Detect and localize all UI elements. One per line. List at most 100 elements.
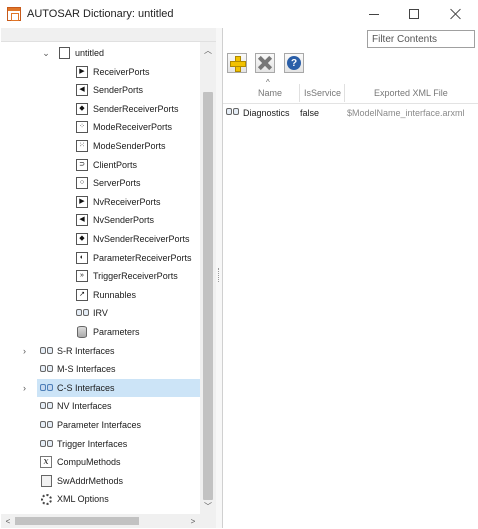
interface-icon (39, 419, 53, 431)
delete-icon (258, 56, 272, 70)
tree-node-label: Trigger Interfaces (57, 439, 128, 449)
cell-exported-xml-file[interactable]: $ModelName_interface.arxml (347, 108, 465, 118)
scroll-up-icon[interactable]: ︿ (200, 42, 216, 58)
tree-node-senderreceiverports[interactable]: ◆ SenderReceiverPorts (1, 100, 200, 118)
scroll-thumb[interactable] (203, 92, 213, 500)
tree-node-parameter-interfaces[interactable]: Parameter Interfaces (37, 416, 200, 434)
interface-icon (39, 363, 53, 375)
help-icon: ? (287, 56, 301, 70)
tree-node-label: NvSenderReceiverPorts (93, 234, 190, 244)
mode-sender-port-icon: ⁙ (76, 140, 88, 152)
interface-icon (39, 400, 53, 412)
cell-name[interactable]: Diagnostics (243, 108, 290, 118)
close-button[interactable] (434, 0, 478, 28)
tree-node-s-r-interfaces[interactable]: S-R Interfaces (37, 342, 200, 360)
tree-node-label: Runnables (93, 290, 137, 300)
table-row[interactable]: Diagnostics false $ModelName_interface.a… (223, 104, 478, 122)
tree-node-senderports[interactable]: ◀ SenderPorts (1, 81, 200, 99)
tree-node-parameters[interactable]: Parameters (1, 323, 200, 341)
tree-node-c-s-interfaces[interactable]: C-S Interfaces (37, 379, 200, 397)
trigger-receiver-port-icon: » (76, 270, 88, 282)
tree-node-label: ReceiverPorts (93, 67, 150, 77)
tree-node-trigger-interfaces[interactable]: Trigger Interfaces (37, 435, 200, 453)
filter-contents-input[interactable] (367, 30, 475, 48)
app-icon (7, 7, 21, 21)
tree-view: ⌄ untitled ▶ ReceiverPorts ◀ SenderPorts ◆ Se… (1, 42, 200, 514)
runnable-icon: ↗ (76, 289, 88, 301)
tree-node-compumethods[interactable]: x CompuMethods (37, 453, 200, 471)
column-header-name[interactable]: Name (258, 88, 282, 98)
gear-icon (40, 493, 52, 505)
sender-port-icon: ◀ (76, 84, 88, 96)
tree-node-xml-options[interactable]: XML Options (37, 490, 200, 508)
column-header-exported-xml-file[interactable]: Exported XML File (374, 88, 448, 98)
table-header: ^ Name IsService Exported XML File (223, 78, 478, 104)
scroll-left-icon[interactable]: < (1, 514, 15, 528)
parameters-icon (76, 326, 88, 338)
client-port-icon: ⊃ (76, 159, 88, 171)
interface-icon (39, 345, 53, 357)
add-button[interactable] (227, 53, 247, 73)
contents-pane: ? ^ Name IsService Exported XML File Dia… (222, 28, 478, 528)
column-header-isservice[interactable]: IsService (304, 88, 341, 98)
tree-node-triggerreceiverports[interactable]: » TriggerReceiverPorts (1, 267, 200, 285)
tree-node-modereceiverports[interactable]: ⁘ ModeReceiverPorts (1, 118, 200, 136)
tree-node-nvsenderports[interactable]: ◀ NvSenderPorts (1, 211, 200, 229)
tree-node-swaddrmethods[interactable]: SwAddrMethods (37, 472, 200, 490)
plus-icon (230, 56, 246, 72)
tree-node-label: SenderPorts (93, 85, 144, 95)
tree-node-label: untitled (75, 48, 105, 58)
chevron-right-icon[interactable]: › (23, 346, 33, 356)
tree-node-receiverports[interactable]: ▶ ReceiverPorts (1, 63, 200, 81)
tree-node-label: TriggerReceiverPorts (93, 271, 178, 281)
tree-node-label: M-S Interfaces (57, 364, 116, 374)
tree-node-label: ModeSenderPorts (93, 141, 166, 151)
tree-node-label: ServerPorts (93, 178, 141, 188)
chevron-right-icon[interactable]: › (23, 383, 33, 393)
splitter-grip[interactable] (218, 268, 220, 282)
tree-node-nvreceiverports[interactable]: ▶ NvReceiverPorts (1, 193, 200, 211)
tree-node-nvsenderreceiverports[interactable]: ◆ NvSenderReceiverPorts (1, 230, 200, 248)
tree-pane: ⌄ untitled ▶ ReceiverPorts ◀ SenderPorts ◆ Se… (1, 28, 216, 528)
chevron-down-icon[interactable]: ⌄ (41, 48, 51, 58)
nv-receiver-port-icon: ▶ (76, 196, 88, 208)
tree-node-label: C-S Interfaces (57, 383, 115, 393)
cell-isservice[interactable]: false (300, 108, 319, 118)
tree-vertical-scrollbar[interactable]: ︿ ﹀ (200, 42, 216, 514)
nv-sender-port-icon: ◀ (76, 214, 88, 226)
minimize-button[interactable] (352, 0, 396, 28)
scroll-thumb-horizontal[interactable] (15, 517, 139, 525)
scroll-down-icon[interactable]: ﹀ (200, 498, 216, 514)
tree-node-serverports[interactable]: ○ ServerPorts (1, 174, 200, 192)
interface-icon (226, 108, 240, 116)
tree-node-clientports[interactable]: ⊃ ClientPorts (1, 156, 200, 174)
sender-receiver-port-icon: ◆ (76, 103, 88, 115)
mode-receiver-port-icon: ⁘ (76, 121, 88, 133)
delete-button[interactable] (255, 53, 275, 73)
help-button[interactable]: ? (284, 53, 304, 73)
column-divider[interactable] (299, 84, 300, 102)
maximize-icon (409, 9, 419, 19)
maximize-button[interactable] (392, 0, 436, 28)
toolbar: ? (223, 50, 478, 76)
tree-node-label: Parameter Interfaces (57, 420, 142, 430)
receiver-port-icon: ▶ (76, 66, 88, 78)
tree-node-nv-interfaces[interactable]: NV Interfaces (37, 397, 200, 415)
tree-node-label: ParameterReceiverPorts (93, 253, 192, 263)
tree-node-irv[interactable]: IRV (1, 304, 200, 322)
scroll-right-icon[interactable]: > (186, 514, 200, 528)
tree-node-label: SwAddrMethods (57, 476, 124, 486)
irv-icon (75, 307, 89, 319)
column-divider[interactable] (344, 84, 345, 102)
tree-horizontal-scrollbar[interactable]: < > (1, 514, 200, 528)
sort-ascending-icon: ^ (266, 78, 270, 87)
tree-node-runnables[interactable]: ↗ Runnables (1, 286, 200, 304)
tree-node-m-s-interfaces[interactable]: M-S Interfaces (37, 360, 200, 378)
tree-node-label: IRV (93, 308, 108, 318)
tree-node-parameterreceiverports[interactable]: ◐ ParameterReceiverPorts (1, 249, 200, 267)
close-icon (450, 8, 462, 20)
tree-node-modesenderports[interactable]: ⁙ ModeSenderPorts (1, 137, 200, 155)
tree-node-label: CompuMethods (57, 457, 121, 467)
scrollbar-corner (200, 514, 216, 528)
tree-node-root[interactable]: ⌄ untitled (1, 44, 200, 62)
